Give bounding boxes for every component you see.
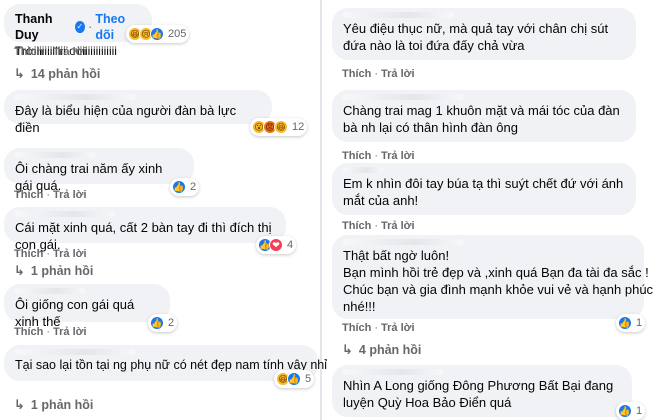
hidden-author-name — [15, 94, 135, 100]
like-icon: 👍 — [150, 316, 164, 330]
view-replies[interactable]: ↳ 1 phản hồi — [14, 263, 93, 279]
comment-text-line-2: Bạn mình hồi trẻ đẹp và ,xinh quá Bạn đa… — [343, 265, 649, 280]
reply-action[interactable]: Trả lời — [381, 322, 415, 334]
comment-actions: Thích · Trả lời — [342, 220, 415, 232]
like-action[interactable]: Thích — [14, 326, 43, 338]
reply-arrow-icon: ↳ — [14, 397, 25, 412]
reply-action[interactable]: Trả lời — [381, 68, 415, 80]
like-action[interactable]: Thích — [14, 248, 43, 260]
comment-actions: Thích · Trả lời — [14, 248, 87, 260]
hidden-author-name — [343, 369, 443, 375]
column-divider — [320, 0, 322, 420]
comment-bubble: Đây là biểu hiện của người đàn bà lực đi… — [4, 90, 272, 135]
hidden-author-name — [15, 288, 85, 294]
reaction-count: 1 — [636, 317, 643, 329]
like-action[interactable]: Thích — [342, 150, 371, 162]
reaction-count: 4 — [287, 239, 294, 251]
comment-text: Tại sao lại tồn tại ng phụ nữ có nét đẹp… — [15, 358, 328, 372]
hidden-author-name — [343, 167, 383, 173]
replies-count: 14 phản hồi — [30, 67, 101, 81]
reply-arrow-icon: ↳ — [14, 263, 25, 278]
comment-bubble: Chàng trai mag 1 khuôn mặt và mái tóc củ… — [332, 90, 636, 142]
love-icon: ❤ — [269, 238, 283, 252]
reply-action[interactable]: Trả lời — [53, 189, 87, 201]
comment-bubble: Thật bất ngờ luôn! Bạn mình hồi trẻ đẹp … — [332, 235, 654, 319]
reaction-summary[interactable]: 😮 😡 😆 12 — [250, 118, 308, 136]
comment-text: Yêu điệu thục nữ, mà quả tay với chân ch… — [343, 21, 609, 53]
verified-icon: ✓ — [74, 21, 86, 33]
view-replies[interactable]: ↳ 4 phản hồi — [342, 342, 421, 358]
comment-bubble: Yêu điệu thục nữ, mà quả tay với chân ch… — [332, 8, 636, 60]
hidden-author-name — [343, 94, 463, 100]
reaction-count: 1 — [636, 405, 643, 417]
comment-text: Chàng trai mag 1 khuôn mặt và mái tóc củ… — [343, 103, 620, 135]
reaction-summary[interactable]: 😆 😢 👍 205 — [126, 25, 190, 43]
hidden-author-name — [343, 239, 463, 245]
view-replies[interactable]: ↳ 14 phản hồi — [14, 66, 100, 82]
reaction-count: 5 — [305, 373, 312, 385]
like-icon: 👍 — [618, 404, 632, 418]
reply-action[interactable]: Trả lời — [381, 220, 415, 232]
comment-text-line-1: Thật bất ngờ luôn! — [343, 248, 450, 263]
like-icon: 👍 — [287, 372, 301, 386]
author-name[interactable]: Thanh Duy — [15, 11, 72, 43]
like-action[interactable]: Thích — [14, 189, 43, 201]
comment-bubble: Em k nhìn đôi tay búa tạ thì suýt chết đ… — [332, 163, 636, 215]
hidden-author-name — [15, 152, 95, 158]
like-action[interactable]: Thích — [342, 68, 371, 80]
reply-action[interactable]: Trả lời — [53, 248, 87, 260]
comment-actions: Thích · Trả lời — [14, 189, 87, 201]
like-action[interactable]: Thích — [342, 220, 371, 232]
like-icon: 👍 — [172, 180, 186, 194]
hidden-author-name — [15, 211, 115, 217]
comment-actions: Thích · Trả lời — [342, 150, 415, 162]
reply-arrow-icon: ↳ — [14, 66, 25, 81]
replies-count: 4 phản hồi — [358, 343, 422, 357]
comment-bubble: Ôi giống con gái quá xinh thế — [4, 284, 170, 329]
comment-actions: Thích · Trả lời — [342, 68, 415, 80]
comment-text-line-4: nhé!!! — [343, 299, 376, 314]
reply-action[interactable]: Trả lời — [381, 150, 415, 162]
reaction-summary[interactable]: 😆 👍 5 — [274, 370, 315, 388]
comment-actions: Thích · Trả lời — [342, 322, 415, 334]
comment-text-line-3: Chúc bạn và gia đình mạnh khỏe vui vẻ và… — [343, 282, 654, 297]
comment-text: Nhìn A Long giống Đông Phương Bất Bại đa… — [343, 378, 614, 410]
like-icon: 👍 — [150, 27, 164, 41]
reaction-summary[interactable]: 👍 ❤ 4 — [256, 236, 297, 254]
comment-text: Đây là biểu hiện của người đàn bà lực đi… — [15, 103, 237, 135]
comment-bubble: Cái mặt xinh quá, cất 2 bàn tay đi thì đ… — [4, 207, 286, 252]
comment-text: Em k nhìn đôi tay búa tạ thì suýt chết đ… — [343, 176, 624, 208]
reaction-count: 205 — [168, 28, 187, 40]
reply-arrow-icon: ↳ — [342, 342, 353, 357]
like-action[interactable]: Thích — [342, 322, 371, 334]
reaction-count: 2 — [190, 181, 197, 193]
like-icon: 👍 — [618, 316, 632, 330]
comment-actions: Thích · Trả lời — [14, 46, 87, 58]
reaction-summary[interactable]: 👍 1 — [616, 402, 646, 420]
haha-icon: 😆 — [274, 120, 288, 134]
comment-bubble: Ôi chàng trai năm ấy xinh gái quá. — [4, 148, 194, 193]
hidden-author-name — [343, 12, 453, 18]
reaction-summary[interactable]: 👍 2 — [170, 178, 200, 196]
comment-bubble: Nhìn A Long giống Đông Phương Bất Bại đa… — [332, 365, 632, 417]
comment-actions: Thích · Trả lời — [14, 326, 87, 338]
replies-count: 1 phản hồi — [30, 264, 94, 278]
reaction-summary[interactable]: 👍 2 — [148, 314, 178, 332]
reaction-count: 2 — [168, 317, 175, 329]
hidden-author-name — [15, 349, 135, 355]
reaction-count: 12 — [292, 121, 305, 133]
like-action[interactable]: Thích — [14, 46, 43, 58]
reply-action[interactable]: Trả lời — [53, 46, 87, 58]
comment-bubble: Tại sao lại tồn tại ng phụ nữ có nét đẹp… — [4, 345, 328, 381]
replies-count: 1 phản hồi — [30, 398, 94, 412]
reaction-summary[interactable]: 👍 1 — [616, 314, 646, 332]
comment-author-row: Thanh Duy ✓ · Theo dõi — [15, 11, 141, 43]
separator-dot: · — [88, 20, 93, 34]
view-replies[interactable]: ↳ 1 phản hồi — [14, 397, 93, 413]
reply-action[interactable]: Trả lời — [53, 326, 87, 338]
